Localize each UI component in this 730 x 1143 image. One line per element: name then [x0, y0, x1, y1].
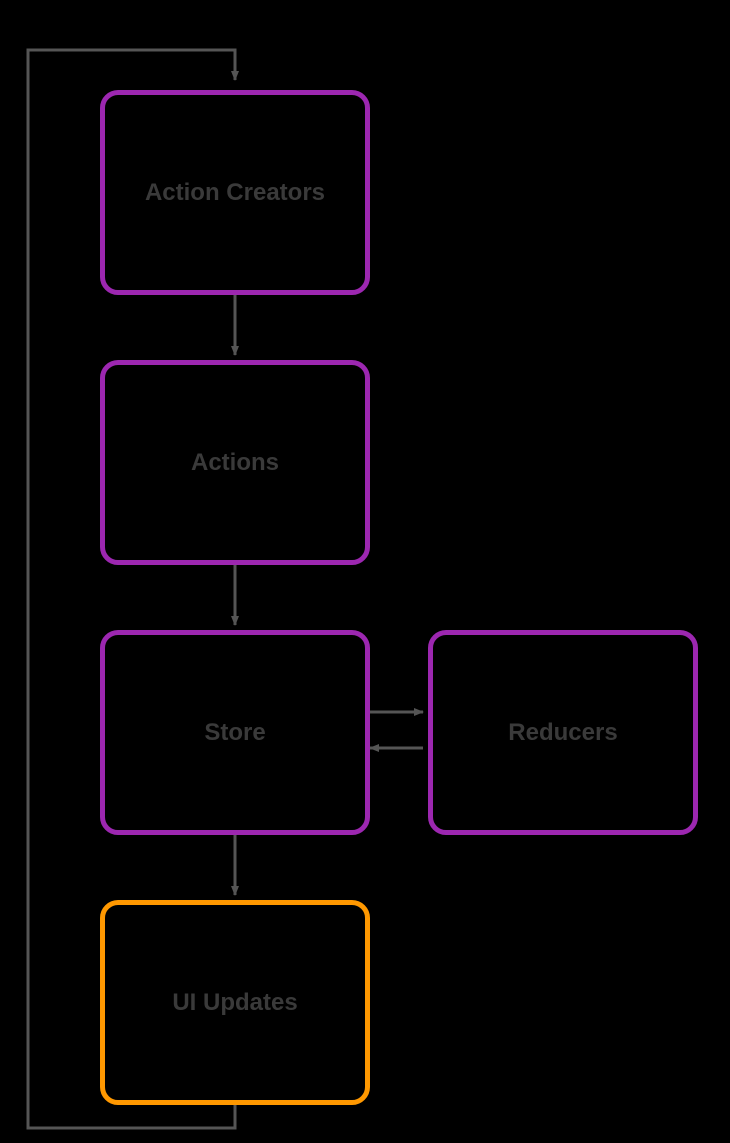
node-ui-updates: UI Updates	[100, 900, 370, 1105]
label-store: Store	[204, 719, 265, 747]
label-reducers: Reducers	[508, 719, 617, 747]
node-action-creators: Action Creators	[100, 90, 370, 295]
label-ui-updates: UI Updates	[172, 989, 297, 1017]
node-actions: Actions	[100, 360, 370, 565]
label-action-creators: Action Creators	[145, 179, 325, 207]
node-reducers: Reducers	[428, 630, 698, 835]
label-actions: Actions	[191, 449, 279, 477]
node-store: Store	[100, 630, 370, 835]
